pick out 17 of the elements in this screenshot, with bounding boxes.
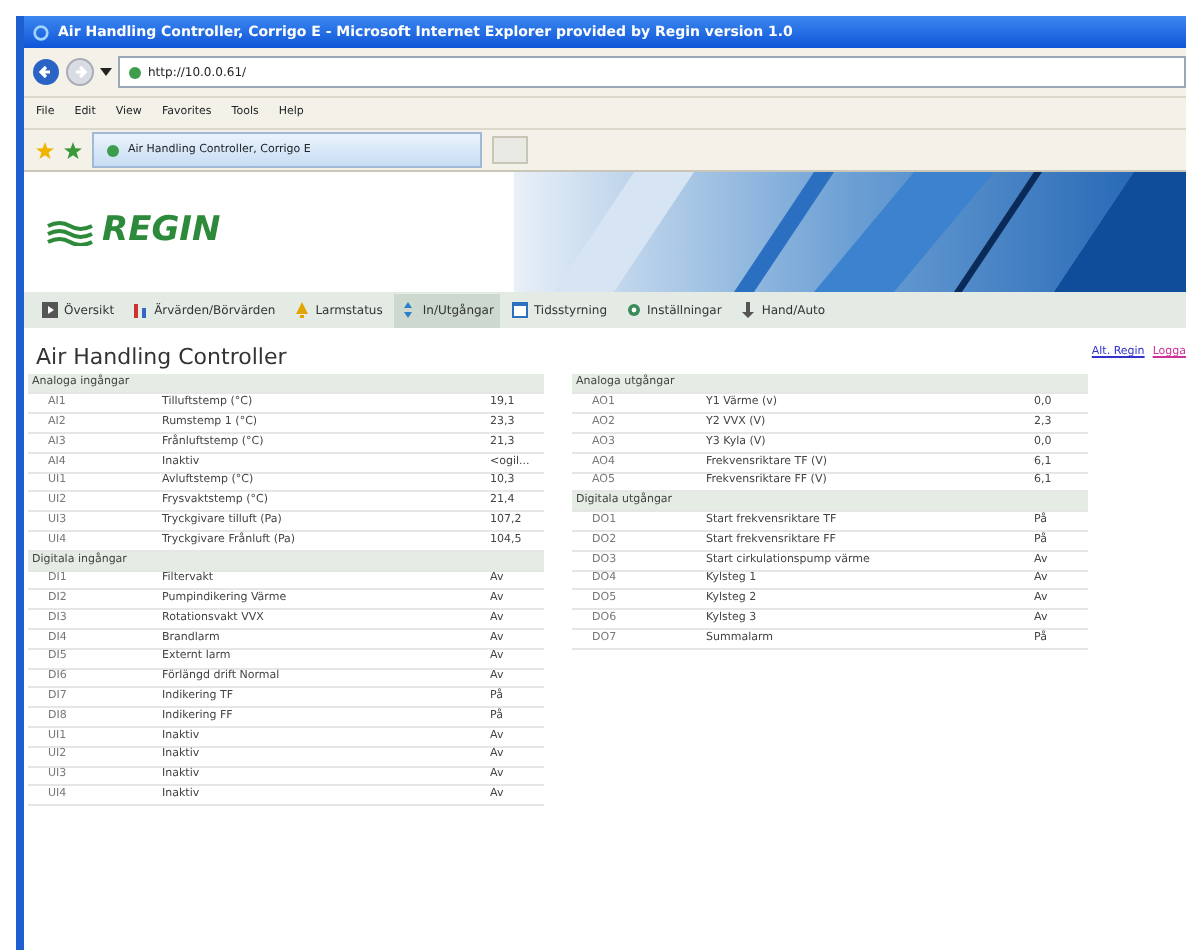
page-icon (106, 143, 120, 157)
logo-text: REGIN (102, 208, 221, 255)
page-icon (128, 65, 142, 79)
arrow-down-icon (739, 302, 756, 318)
calendar-icon (511, 302, 528, 318)
page-heading: Air Handling Controller (36, 344, 287, 371)
add-favorite-icon[interactable] (64, 141, 82, 159)
gear-icon (625, 302, 642, 318)
browser-icon (32, 23, 50, 41)
arrows-icon (400, 302, 417, 318)
back-icon[interactable] (32, 58, 60, 86)
bar-chart-icon (132, 302, 149, 318)
play-icon (42, 302, 58, 318)
star-icon[interactable] (36, 141, 54, 159)
dropdown-icon[interactable] (100, 66, 112, 78)
bell-icon (293, 302, 310, 318)
logo-icon (44, 218, 96, 246)
